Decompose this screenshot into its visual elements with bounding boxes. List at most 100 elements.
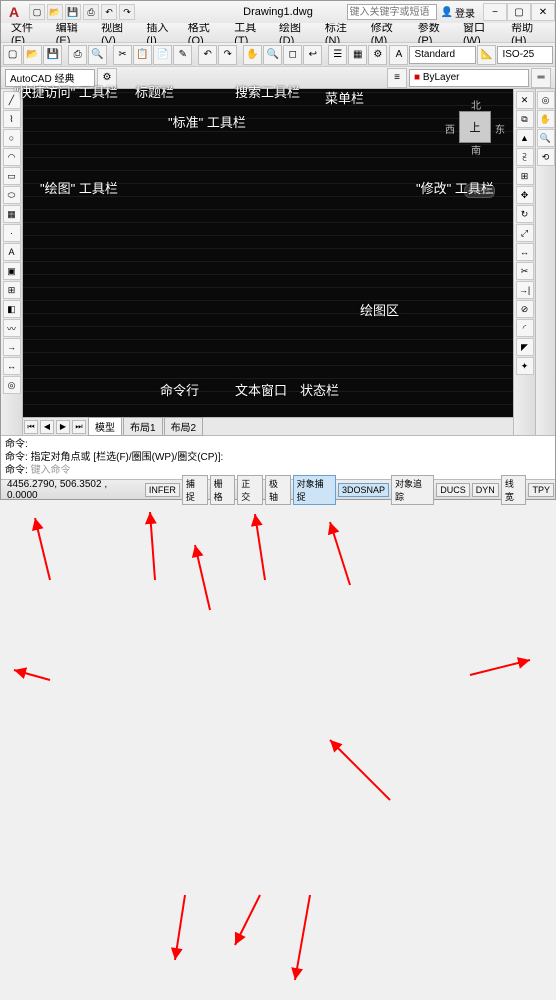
text-icon[interactable]: A [3,243,21,261]
nav-zoom-icon[interactable]: 🔍 [537,129,555,147]
sb-snap[interactable]: 捕捉 [182,475,208,505]
login-button[interactable]: 👤 登录 [441,5,475,20]
qat-open-icon[interactable]: 📂 [47,4,63,20]
tb-cut-icon[interactable]: ✂ [113,45,132,65]
donut-icon[interactable]: ◎ [3,376,21,394]
tb-zoom-icon[interactable]: 🔍 [263,45,282,65]
erase-icon[interactable]: ✕ [516,91,534,109]
mirror-icon[interactable]: ▲ [516,129,534,147]
annotation-arrows [0,500,556,1000]
qat-redo-icon[interactable]: ↷ [119,4,135,20]
table-icon[interactable]: ⊞ [3,281,21,299]
layer-combo[interactable]: ■ ByLayer [409,69,529,87]
ws-gear-icon[interactable]: ⚙ [97,68,117,88]
point-icon[interactable]: · [3,224,21,242]
fillet-icon[interactable]: ◜ [516,319,534,337]
tb-zoomwin-icon[interactable]: ◻ [283,45,302,65]
qat-new-icon[interactable]: ▢ [29,4,45,20]
qat-undo-icon[interactable]: ↶ [101,4,117,20]
tb-textstyle-icon[interactable]: A [389,45,408,65]
tb-save-icon[interactable]: 💾 [43,45,62,65]
tb-open-icon[interactable]: 📂 [23,45,42,65]
tab-first-icon[interactable]: ⏮ [24,420,38,434]
extend-icon[interactable]: →| [516,281,534,299]
document-title: Drawing1.dwg [243,6,313,18]
ray-icon[interactable]: → [3,338,21,356]
tb-props-icon[interactable]: ☰ [328,45,347,65]
rect-icon[interactable]: ▭ [3,167,21,185]
pline-icon[interactable]: ⌇ [3,110,21,128]
spline-icon[interactable]: 〰 [3,319,21,337]
sb-ducs[interactable]: DUCS [436,483,470,497]
trim-icon[interactable]: ✂ [516,262,534,280]
drawing-area[interactable]: 北 南 西 东 上 WCS [23,89,513,417]
sb-polar[interactable]: 极轴 [265,475,291,505]
sb-dyn[interactable]: DYN [472,483,499,497]
sb-osnap[interactable]: 对象捕捉 [293,475,336,505]
stretch-icon[interactable]: ↔ [516,243,534,261]
tab-layout2[interactable]: 布局2 [164,417,204,436]
iso-combo[interactable]: ISO-25 [497,46,553,64]
sb-lwt[interactable]: 线宽 [501,475,527,505]
command-window[interactable]: 命令: 命令: 指定对角点或 [栏选(F)/圏围(WP)/圏交(CP)]: 命令… [1,435,555,479]
maximize-button[interactable]: ▢ [507,3,531,21]
nav-pan-icon[interactable]: ✋ [537,110,555,128]
viewcube[interactable]: 北 南 西 东 上 [445,97,505,157]
rotate-icon[interactable]: ↻ [516,205,534,223]
tb-match-icon[interactable]: ✎ [173,45,192,65]
tb-paste-icon[interactable]: 📄 [153,45,172,65]
move-icon[interactable]: ✥ [516,186,534,204]
offset-icon[interactable]: ⫔ [516,148,534,166]
nav-wheel-icon[interactable]: ◎ [537,91,555,109]
cmd-input[interactable]: 键入命令 [31,465,71,476]
close-button[interactable]: ✕ [531,3,555,21]
sb-otrack[interactable]: 对象追踪 [391,475,434,505]
tb-undo-icon[interactable]: ↶ [198,45,217,65]
arc-icon[interactable]: ◠ [3,148,21,166]
region-icon[interactable]: ◧ [3,300,21,318]
tb-pan-icon[interactable]: ✋ [243,45,262,65]
tb-dimstyle-icon[interactable]: 📐 [477,45,496,65]
explode-icon[interactable]: ✦ [516,357,534,375]
qat-save-icon[interactable]: 💾 [65,4,81,20]
xline-icon[interactable]: ↔ [3,357,21,375]
minimize-button[interactable]: − [483,3,507,21]
break-icon[interactable]: ⊘ [516,300,534,318]
sb-3dosnap[interactable]: 3DOSNAP [338,483,389,497]
tb-preview-icon[interactable]: 🔍 [88,45,107,65]
sb-infer[interactable]: INFER [145,483,180,497]
tab-model[interactable]: 模型 [88,417,122,436]
nav-orbit-icon[interactable]: ⟲ [537,148,555,166]
qat-print-icon[interactable]: ⎙ [83,4,99,20]
tb-redo-icon[interactable]: ↷ [218,45,237,65]
tab-prev-icon[interactable]: ◀ [40,420,54,434]
chamfer-icon[interactable]: ◤ [516,338,534,356]
tb-new-icon[interactable]: ▢ [3,45,22,65]
tb-tool-icon[interactable]: ⚙ [368,45,387,65]
block-icon[interactable]: ▣ [3,262,21,280]
linetype-icon[interactable]: ═ [531,68,551,88]
copy-icon[interactable]: ⧉ [516,110,534,128]
tab-last-icon[interactable]: ⏭ [72,420,86,434]
circle-icon[interactable]: ○ [3,129,21,147]
sb-grid[interactable]: 栅格 [210,475,236,505]
tb-zoomprev-icon[interactable]: ↩ [303,45,322,65]
style-combo[interactable]: Standard [409,46,476,64]
hatch-icon[interactable]: ▦ [3,205,21,223]
workspace-combo[interactable]: AutoCAD 经典 [5,69,95,87]
tb-print-icon[interactable]: ⎙ [68,45,87,65]
cmd-history-2: 命令: 指定对角点或 [栏选(F)/圏围(WP)/圏交(CP)]: [5,451,551,464]
ellipse-icon[interactable]: ⬭ [3,186,21,204]
array-icon[interactable]: ⊞ [516,167,534,185]
viewcube-top[interactable]: 上 [459,111,491,143]
sb-tpy[interactable]: TPY [528,483,554,497]
tab-layout1[interactable]: 布局1 [123,417,163,436]
sb-ortho[interactable]: 正交 [237,475,263,505]
line-icon[interactable]: ╱ [3,91,21,109]
tb-sheet-icon[interactable]: ▦ [348,45,367,65]
scale-icon[interactable]: ⤢ [516,224,534,242]
tb-copy-icon[interactable]: 📋 [133,45,152,65]
tab-next-icon[interactable]: ▶ [56,420,70,434]
layer-icon[interactable]: ≡ [387,68,407,88]
search-input[interactable] [347,4,437,20]
